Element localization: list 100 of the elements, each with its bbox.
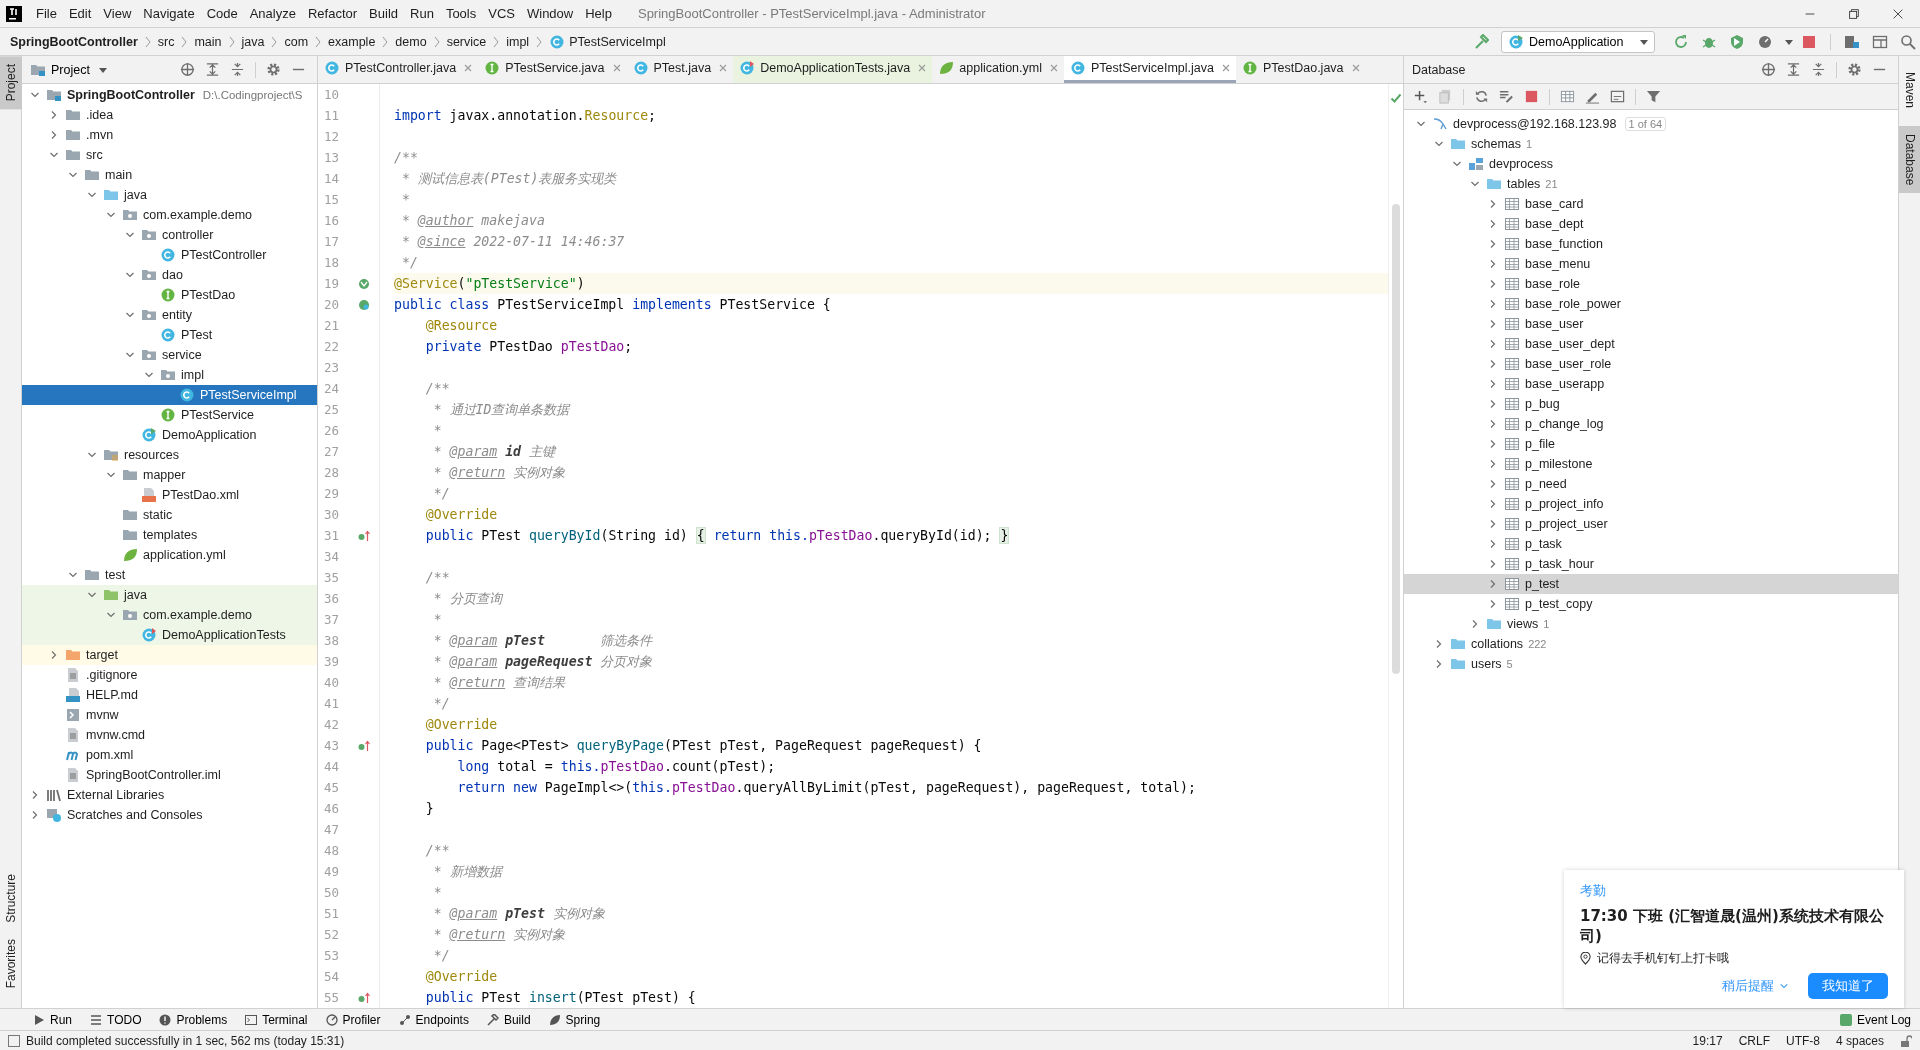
table-icon[interactable]	[1560, 89, 1575, 104]
tree-item[interactable]: base_user_dept	[1404, 334, 1898, 354]
console-icon[interactable]	[1610, 89, 1625, 104]
tree-item[interactable]: HELP.md	[22, 685, 317, 705]
window-icon[interactable]	[1872, 33, 1888, 50]
refresh-icon[interactable]	[1474, 89, 1489, 104]
tree-item[interactable]: impl	[22, 365, 317, 385]
filter-icon[interactable]	[1646, 89, 1661, 104]
breadcrumb[interactable]: src	[157, 34, 175, 49]
tree-item[interactable]: p_test	[1404, 574, 1898, 594]
menu-item[interactable]: Build	[363, 6, 404, 21]
tree-item[interactable]: p_task_hour	[1404, 554, 1898, 574]
tool-window-button[interactable]: Problems	[150, 1012, 237, 1027]
tool-window-button[interactable]: Spring	[539, 1012, 610, 1027]
menu-item[interactable]: Navigate	[137, 6, 201, 21]
editor-tab[interactable]: PTestDao.java	[1235, 56, 1366, 83]
tree-item[interactable]: base_role	[1404, 274, 1898, 294]
breadcrumb[interactable]: com	[284, 34, 309, 49]
tree-item[interactable]: controller	[22, 225, 317, 245]
tree-item[interactable]: Scratches and Consoles	[22, 805, 317, 825]
tree-item[interactable]: PTestDao	[22, 285, 317, 305]
tree-item[interactable]: PTestServiceImpl	[22, 385, 317, 405]
tree-item[interactable]: entity	[22, 305, 317, 325]
tree-item[interactable]: DemoApplicationTests	[22, 625, 317, 645]
view-selector[interactable]: Project	[28, 61, 109, 78]
override-arrow-icon[interactable]	[358, 739, 370, 752]
expand-all-icon[interactable]	[205, 62, 220, 77]
rerun-icon[interactable]	[1673, 33, 1689, 50]
tree-item[interactable]: p_test_copy	[1404, 594, 1898, 614]
tree-item[interactable]: p_milestone	[1404, 454, 1898, 474]
tree-item[interactable]: PTestService	[22, 405, 317, 425]
tree-item[interactable]: application.yml	[22, 545, 317, 565]
tree-item[interactable]: java	[22, 185, 317, 205]
editor-tab[interactable]: PTestService.java	[478, 56, 627, 83]
menu-item[interactable]: Help	[579, 6, 618, 21]
tree-item[interactable]: .mvn	[22, 125, 317, 145]
tree-item[interactable]: base_function	[1404, 234, 1898, 254]
menu-item[interactable]: Run	[404, 6, 440, 21]
tree-item[interactable]: resources	[22, 445, 317, 465]
tree-item[interactable]: .gitignore	[22, 665, 317, 685]
tree-item[interactable]: p_file	[1404, 434, 1898, 454]
tree-item[interactable]: devprocess@192.168.123.98 1 of 64	[1404, 114, 1898, 134]
tree-item[interactable]: p_project_info	[1404, 494, 1898, 514]
tree-item[interactable]: p_change_log	[1404, 414, 1898, 434]
tool-window-button[interactable]: Project	[0, 56, 22, 110]
tree-item[interactable]: mapper	[22, 465, 317, 485]
tree-item[interactable]: mvnw	[22, 705, 317, 725]
tree-item[interactable]: collations 222	[1404, 634, 1898, 654]
bean-icon[interactable]	[358, 298, 370, 311]
tree-item[interactable]: base_menu	[1404, 254, 1898, 274]
tree-item[interactable]: base_user_role	[1404, 354, 1898, 374]
settings-icon[interactable]	[266, 62, 281, 77]
tree-item[interactable]: External Libraries	[22, 785, 317, 805]
menu-item[interactable]: Code	[200, 6, 244, 21]
tree-item[interactable]: base_card	[1404, 194, 1898, 214]
run-configuration-dropdown[interactable]: DemoApplication	[1501, 30, 1655, 53]
restore-icon[interactable]	[1847, 6, 1861, 21]
coverage-icon[interactable]	[1729, 33, 1745, 50]
tree-item[interactable]: templates	[22, 525, 317, 545]
tree-item[interactable]: static	[22, 505, 317, 525]
editor-tab[interactable]: PTestController.java	[318, 56, 479, 83]
menu-item[interactable]: Tools	[439, 6, 483, 21]
status-item[interactable]: 4 spaces	[1835, 1033, 1884, 1048]
menu-item[interactable]: Refactor	[301, 6, 364, 21]
tree-item[interactable]: src	[22, 145, 317, 165]
tree-item[interactable]: users 5	[1404, 654, 1898, 674]
breadcrumb[interactable]: service	[446, 34, 487, 49]
tree-item[interactable]: dao	[22, 265, 317, 285]
tool-window-button[interactable]: Database	[1899, 126, 1920, 194]
menu-item[interactable]: Analyze	[243, 6, 302, 21]
expand-all-icon[interactable]	[1786, 62, 1801, 77]
menu-item[interactable]: Window	[520, 6, 580, 21]
tool-window-button[interactable]: Maven	[1899, 64, 1920, 117]
editor-tab[interactable]: application.yml	[932, 56, 1064, 83]
tree-item[interactable]: views 1	[1404, 614, 1898, 634]
menu-item[interactable]: VCS	[482, 6, 521, 21]
profiler-icon[interactable]	[1757, 33, 1773, 50]
tool-window-button[interactable]: TODO	[81, 1012, 151, 1027]
tree-item[interactable]: PTestDao.xml	[22, 485, 317, 505]
tree-item[interactable]: SpringBootController D:\.Codingproject\S	[22, 85, 317, 105]
status-item[interactable]: UTF-8	[1785, 1033, 1820, 1048]
breadcrumb[interactable]: SpringBootController	[10, 34, 138, 49]
add-icon[interactable]	[1413, 89, 1428, 104]
tool-window-button[interactable]: Favorites	[0, 930, 22, 996]
status-item[interactable]: CRLF	[1738, 1033, 1770, 1048]
locate-icon[interactable]	[1761, 62, 1776, 77]
stop-icon[interactable]	[1801, 33, 1817, 50]
tree-item[interactable]: com.example.demo	[22, 605, 317, 625]
event-log-button[interactable]: Event Log	[1830, 1012, 1920, 1027]
tree-item[interactable]: base_user	[1404, 314, 1898, 334]
breadcrumb[interactable]: PTestServiceImpl	[569, 34, 666, 49]
tool-window-button[interactable]: Profiler	[316, 1012, 390, 1027]
breadcrumb[interactable]: main	[194, 34, 222, 49]
tree-item[interactable]: test	[22, 565, 317, 585]
tree-item[interactable]: devprocess	[1404, 154, 1898, 174]
menu-item[interactable]: Edit	[62, 6, 98, 21]
stop-icon[interactable]	[1524, 89, 1539, 104]
tree-item[interactable]: p_bug	[1404, 394, 1898, 414]
schema-settings-icon[interactable]	[1499, 89, 1514, 104]
tree-item[interactable]: tables 21	[1404, 174, 1898, 194]
